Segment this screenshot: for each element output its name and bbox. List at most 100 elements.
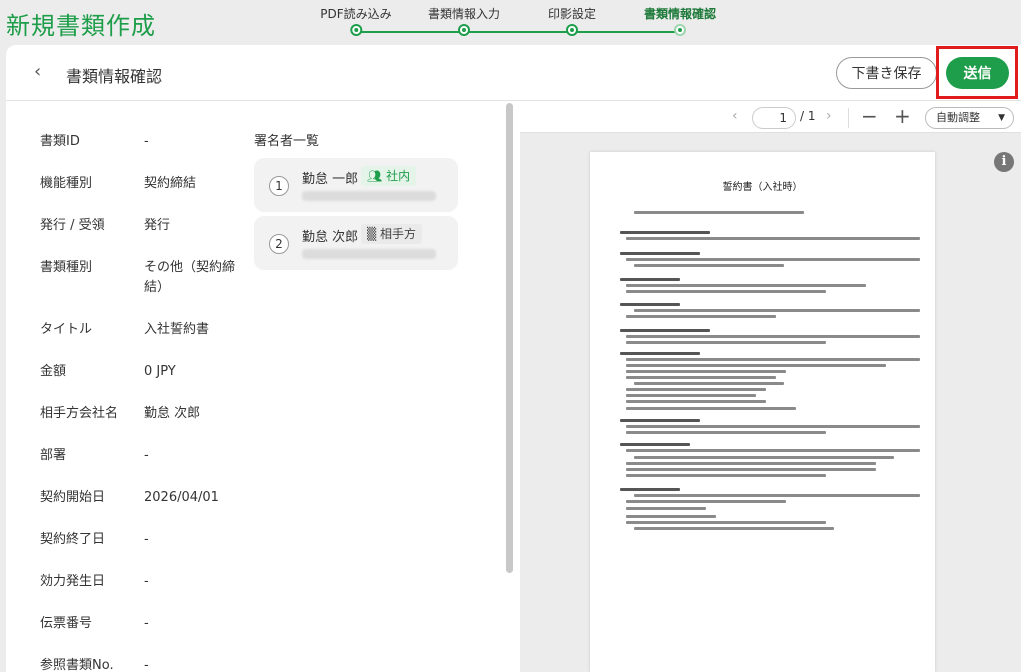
zoom-out-icon[interactable]: − — [861, 104, 878, 128]
pdf-text-line — [626, 284, 866, 288]
toolbar-divider — [848, 108, 849, 128]
info-row-contract-start: 契約開始日 2026/04/01 — [40, 488, 240, 508]
info-value: - — [144, 532, 149, 547]
info-row-function-type: 機能種別 契約締結 — [40, 174, 240, 194]
chevron-left-icon[interactable]: ‹ — [732, 108, 746, 124]
pdf-text-line — [626, 341, 826, 345]
info-value: 契約締結 — [144, 176, 197, 191]
info-key: 金額 — [40, 364, 67, 379]
signer-list-title: 署名者一覧 — [254, 134, 320, 149]
pdf-text-line — [626, 363, 886, 367]
pdf-text-line — [626, 461, 876, 465]
info-value: - — [144, 616, 149, 631]
pdf-text-line — [626, 290, 826, 294]
pdf-text-line — [626, 514, 716, 518]
pdf-page: 誓約書（入社時） — [590, 152, 935, 672]
info-value: 入社誓約書 — [144, 322, 210, 337]
building-icon: ▒ — [367, 227, 381, 241]
pdf-text-line — [626, 237, 920, 241]
info-key: 参照書類No. — [40, 658, 114, 672]
info-row-department: 部署 - — [40, 446, 240, 466]
pdf-text-line — [626, 520, 826, 524]
pdf-text-line — [626, 314, 776, 318]
zoom-select-value: 自動調整 — [936, 111, 980, 124]
pdf-text-line — [634, 263, 784, 267]
step-label: 書類情報入力 — [427, 7, 501, 21]
save-draft-button[interactable]: 下書き保存 — [836, 57, 937, 89]
app-title: 新規書類作成 — [6, 12, 156, 40]
pdf-text-line — [620, 278, 680, 282]
pdf-text-line — [626, 335, 920, 339]
send-button[interactable]: 送信 — [946, 57, 1009, 89]
pdf-text-line — [626, 376, 776, 379]
step-current-icon — [673, 24, 686, 36]
signer-order: 1 — [269, 176, 289, 196]
info-row-effective-date: 効力発生日 - — [40, 572, 240, 592]
info-row-document-type: 書類種別 その他（契約締結） — [40, 258, 240, 298]
signer-tag-label: 相手方 — [380, 227, 417, 241]
pdf-text-line — [626, 369, 786, 373]
info-value: 発行 — [144, 218, 171, 233]
signer-order: 2 — [269, 234, 289, 254]
info-row-document-id: 書類ID - — [40, 132, 240, 152]
pdf-text-line — [620, 302, 680, 306]
zoom-select[interactable]: 自動調整 ▼ — [925, 107, 1014, 129]
pdf-text-line — [620, 329, 710, 333]
info-key: 書類ID — [40, 134, 80, 149]
info-pane-scrollbar[interactable] — [506, 103, 513, 573]
chevron-left-icon[interactable]: ‹ — [34, 62, 52, 82]
pdf-text-line — [626, 500, 786, 504]
info-key: タイトル — [40, 322, 93, 337]
info-key: 発行 / 受領 — [40, 218, 105, 233]
pdf-text-line — [620, 418, 700, 422]
step-complete-icon — [349, 24, 362, 36]
signer-email-redacted — [302, 191, 436, 201]
pdf-text-line — [634, 526, 834, 530]
caret-down-icon: ▼ — [998, 113, 1005, 123]
info-key: 書類種別 — [40, 260, 93, 275]
signer-email-redacted — [302, 249, 436, 259]
info-value: - — [144, 448, 149, 463]
info-key: 機能種別 — [40, 176, 93, 191]
panel-header: ‹ 書類情報確認 下書き保存 送信 — [6, 45, 1021, 101]
pdf-text-line — [634, 308, 920, 312]
info-value: - — [144, 658, 149, 672]
pdf-viewer: ‹ 1 / 1 › − + 自動調整 ▼ i 誓約書（入社時） — [520, 102, 1021, 672]
step-label: 印影設定 — [547, 7, 597, 21]
step-complete-icon — [457, 24, 470, 36]
pdf-text-line — [626, 357, 920, 361]
pdf-text-line — [626, 400, 766, 404]
signer-name: 勤怠 次郎 — [302, 230, 359, 245]
info-key: 契約開始日 — [40, 490, 106, 505]
info-value: 勤怠 次郎 — [144, 406, 201, 421]
document-info-list: 書類ID - 機能種別 契約締結 発行 / 受領 発行 書類種別 その他（契約締… — [40, 132, 240, 672]
main-panel: ‹ 書類情報確認 下書き保存 送信 書類ID - 機能種別 契約締結 発行 / … — [6, 45, 1021, 672]
pdf-text-line — [626, 467, 876, 471]
info-key: 部署 — [40, 448, 67, 463]
page-total: / 1 — [800, 109, 816, 123]
pdf-document-title: 誓約書（入社時） — [722, 182, 803, 193]
info-row-amount: 金額 0 JPY — [40, 362, 240, 382]
pdf-text-line — [626, 406, 796, 410]
info-row-issue-receive: 発行 / 受領 発行 — [40, 216, 240, 236]
chevron-right-icon[interactable]: › — [826, 108, 832, 124]
zoom-in-icon[interactable]: + — [894, 104, 911, 128]
page-number-input[interactable]: 1 — [752, 107, 796, 129]
info-key: 伝票番号 — [40, 616, 93, 631]
info-icon[interactable]: i — [994, 152, 1014, 172]
signer-card: 2 勤怠 次郎 ▒ 相手方 — [254, 216, 458, 270]
signer-name: 勤怠 一郎 — [302, 172, 359, 187]
step-document-info: 書類情報入力 — [428, 6, 500, 36]
document-info-pane: 書類ID - 機能種別 契約締結 発行 / 受領 発行 書類種別 その他（契約締… — [6, 102, 516, 672]
signer-list: 署名者一覧 1 勤怠 一郎 👥︎ 社内 2 勤怠 次郎 ▒ 相手方 — [254, 132, 474, 274]
stepper-line — [356, 31, 684, 33]
pdf-text-line — [626, 424, 920, 428]
pdf-text-line — [634, 494, 920, 498]
step-label: 書類情報確認 — [643, 7, 717, 21]
signer-tag-internal: 👥︎ 社内 — [361, 166, 417, 186]
pdf-text-line — [634, 382, 784, 386]
pdf-text-line — [620, 351, 700, 355]
pdf-text-line — [626, 473, 826, 477]
pdf-text-line — [620, 488, 680, 492]
group-icon: 👥︎ — [367, 169, 387, 183]
